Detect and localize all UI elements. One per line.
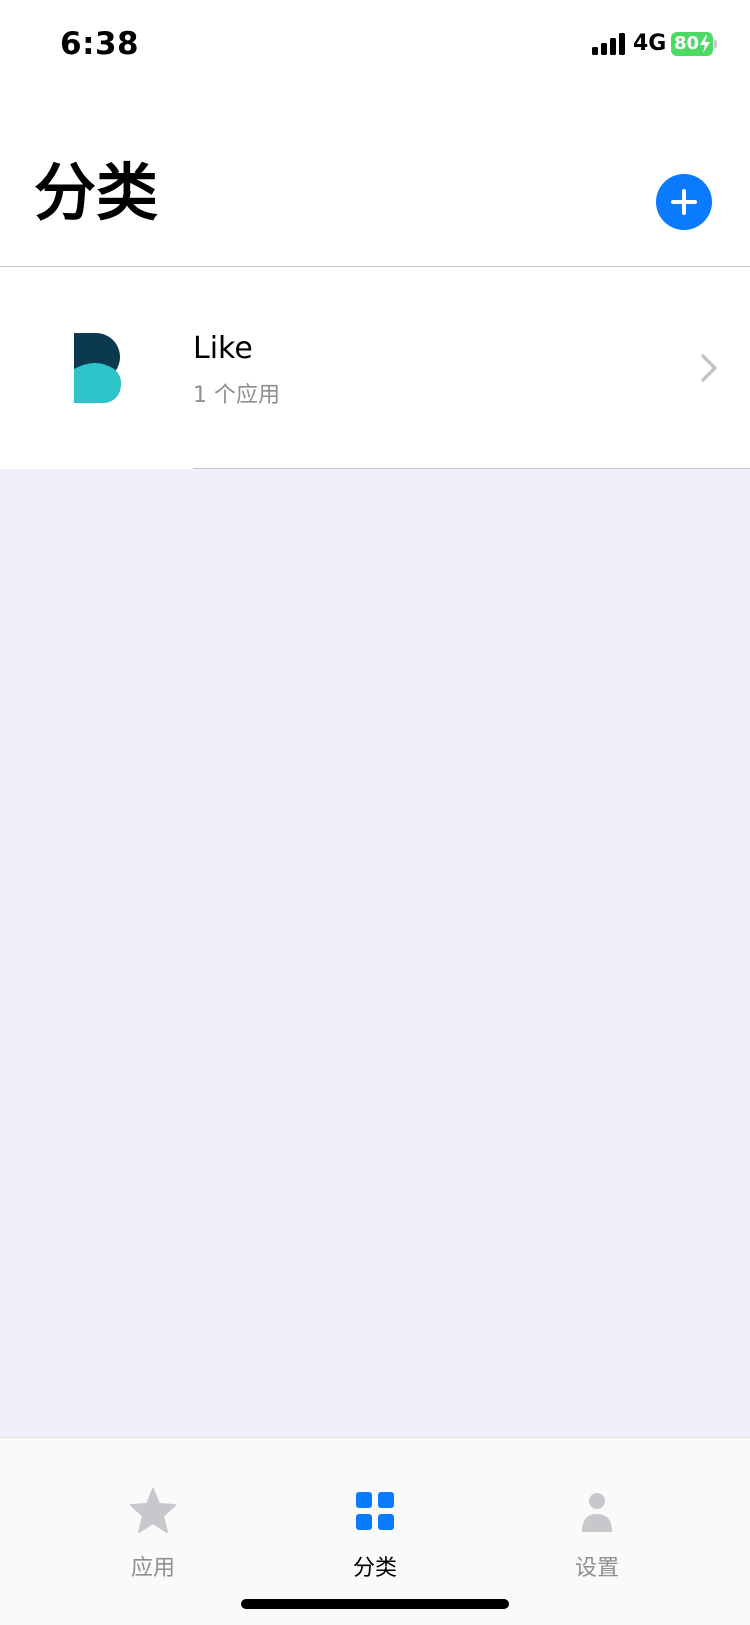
tab-label: 设置 [574, 1556, 619, 1581]
home-indicator [241, 1599, 509, 1609]
network-type: 4G [633, 31, 667, 56]
page-title: 分类 [34, 156, 159, 229]
category-list: Like 1 个应用 [0, 267, 750, 469]
signal-icon [592, 33, 626, 55]
category-name: Like [193, 331, 253, 366]
page-header: 分类 [0, 90, 750, 267]
list-item[interactable]: Like 1 个应用 [0, 267, 750, 469]
battery-level: 80 [674, 33, 700, 54]
add-category-button[interactable] [656, 174, 712, 230]
chevron-right-icon [701, 354, 717, 382]
charging-bolt-icon [700, 35, 710, 53]
grid-icon [356, 1492, 394, 1530]
tab-settings[interactable]: 设置 [517, 1438, 677, 1581]
battery-cap [714, 40, 717, 48]
category-app-count: 1 个应用 [193, 383, 280, 408]
plus-icon [671, 189, 697, 215]
row-divider [193, 468, 750, 469]
tab-categories[interactable]: 分类 [295, 1438, 455, 1581]
tab-label: 分类 [352, 1556, 397, 1581]
b-logo-icon [74, 333, 122, 403]
status-bar: 6:38 4G 80 [0, 0, 750, 90]
person-icon [582, 1493, 612, 1532]
status-time: 6:38 [60, 26, 140, 62]
tab-label: 应用 [130, 1556, 175, 1581]
battery-icon: 80 [671, 32, 717, 56]
tab-apps[interactable]: 应用 [73, 1438, 233, 1581]
tab-bar: 应用 分类 设置 [0, 1437, 750, 1625]
star-icon [130, 1488, 176, 1533]
